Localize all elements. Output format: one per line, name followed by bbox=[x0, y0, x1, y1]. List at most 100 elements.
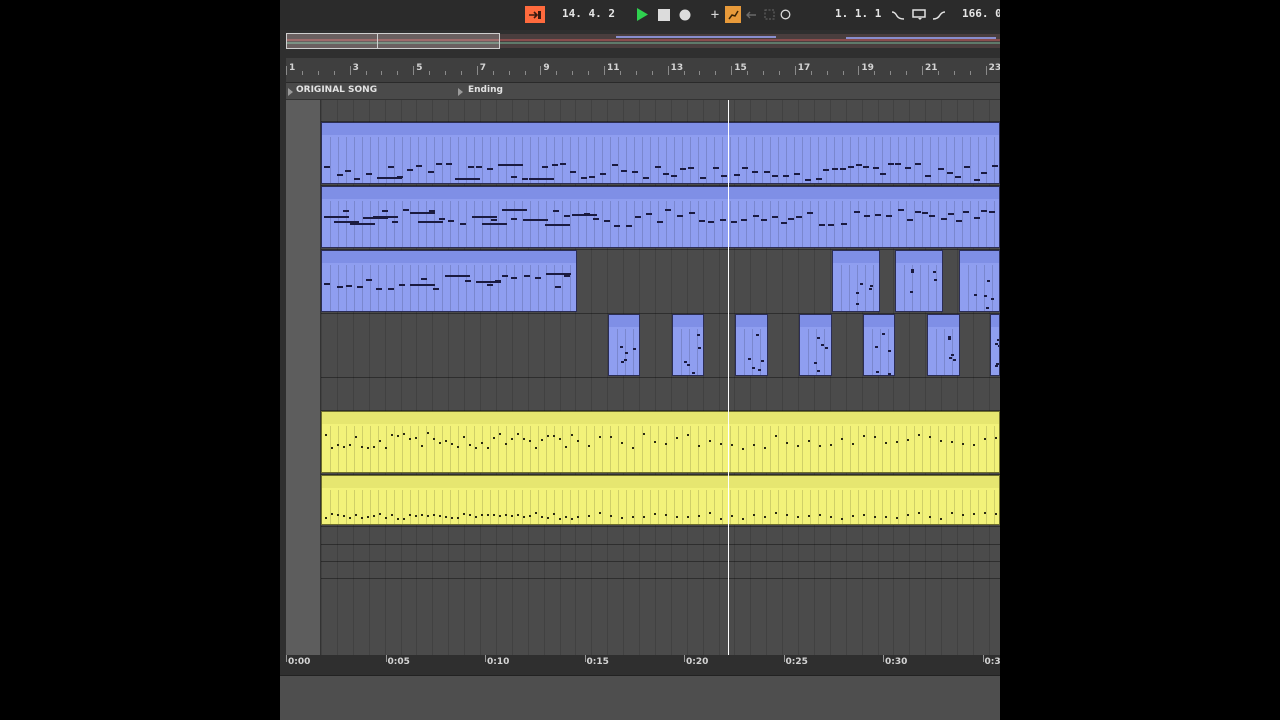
audio-transient bbox=[929, 516, 931, 519]
clip-header[interactable] bbox=[800, 315, 831, 327]
locator-lane[interactable]: ORIGINAL SONG Ending bbox=[286, 83, 1000, 100]
clip-grid-line bbox=[872, 329, 873, 375]
track-header[interactable] bbox=[286, 561, 321, 578]
clip-header[interactable] bbox=[864, 315, 894, 327]
session-record-button[interactable] bbox=[778, 6, 792, 23]
audio-transient bbox=[559, 437, 561, 440]
audio-transient bbox=[343, 446, 345, 449]
track-header[interactable] bbox=[286, 121, 321, 185]
audio-transient bbox=[445, 516, 447, 519]
track-header[interactable] bbox=[286, 185, 321, 249]
reenable-automation-button[interactable] bbox=[744, 6, 758, 23]
midi-clip[interactable] bbox=[321, 250, 577, 312]
midi-note bbox=[940, 218, 947, 221]
clip-grid-line bbox=[554, 426, 555, 472]
clip-header[interactable] bbox=[928, 315, 959, 327]
clip-grid-line bbox=[810, 201, 811, 247]
clip-header[interactable] bbox=[833, 251, 879, 263]
arrangement-overview[interactable] bbox=[280, 30, 1000, 58]
audio-transient bbox=[547, 516, 549, 519]
audio-transient bbox=[403, 433, 405, 436]
midi-clip[interactable] bbox=[608, 314, 640, 376]
ruler-subtick bbox=[301, 71, 303, 75]
track-header[interactable] bbox=[286, 474, 321, 526]
clip-grid-line bbox=[682, 426, 683, 472]
midi-clip[interactable] bbox=[927, 314, 960, 376]
track-header[interactable] bbox=[286, 100, 321, 121]
midi-note bbox=[907, 219, 914, 222]
midi-note bbox=[459, 222, 466, 225]
clip-header[interactable] bbox=[991, 315, 999, 327]
clip-grid-line bbox=[562, 426, 563, 472]
midi-note bbox=[564, 215, 571, 218]
track-header[interactable] bbox=[286, 249, 321, 313]
track-header[interactable] bbox=[286, 544, 321, 561]
midi-clip[interactable] bbox=[672, 314, 704, 376]
audio-transient bbox=[343, 515, 345, 518]
audio-clip[interactable] bbox=[321, 411, 1000, 473]
track-header[interactable] bbox=[286, 410, 321, 474]
record-button[interactable] bbox=[677, 6, 693, 23]
midi-note bbox=[839, 167, 846, 170]
loop-start-display[interactable]: 1. 1. 1 bbox=[835, 7, 881, 20]
punch-out-button[interactable] bbox=[931, 6, 947, 23]
clip-header[interactable] bbox=[609, 315, 639, 327]
midi-note bbox=[472, 215, 498, 218]
clip-header[interactable] bbox=[322, 187, 999, 199]
track-header[interactable] bbox=[286, 313, 321, 377]
midi-clip[interactable] bbox=[321, 186, 1000, 248]
midi-clip[interactable] bbox=[990, 314, 1000, 376]
clip-grid-line bbox=[986, 137, 987, 183]
arrangement-track-area[interactable] bbox=[286, 100, 1000, 656]
locator-marker-icon[interactable] bbox=[458, 88, 463, 96]
stop-button[interactable] bbox=[656, 6, 672, 23]
clip-grid-line bbox=[354, 137, 355, 183]
punch-in-button[interactable] bbox=[890, 6, 906, 23]
clip-header[interactable] bbox=[322, 251, 576, 263]
clip-header[interactable] bbox=[896, 251, 942, 263]
clip-header[interactable] bbox=[322, 476, 999, 488]
clip-header[interactable] bbox=[322, 123, 999, 135]
clip-grid-line bbox=[602, 490, 603, 524]
midi-clip[interactable] bbox=[959, 250, 1000, 312]
clip-header[interactable] bbox=[960, 251, 999, 263]
midi-note bbox=[491, 218, 498, 221]
beat-time-ruler[interactable]: 1 3 5 7 9 11 13 15 17 19 21 23 bbox=[286, 58, 1000, 83]
track-header[interactable] bbox=[286, 526, 321, 544]
track-header[interactable] bbox=[286, 377, 321, 410]
arrangement-record-button[interactable] bbox=[525, 6, 545, 23]
song-position-display[interactable]: 14. 4. 2 bbox=[562, 7, 615, 20]
tempo-display[interactable]: 166. 0 bbox=[962, 7, 1000, 20]
midi-clip[interactable] bbox=[863, 314, 895, 376]
clip-grid-line bbox=[690, 137, 691, 183]
midi-note bbox=[875, 345, 879, 348]
clip-grid-line bbox=[642, 490, 643, 524]
capture-button[interactable] bbox=[762, 6, 776, 23]
audio-transient bbox=[523, 437, 525, 440]
clip-grid-line bbox=[346, 201, 347, 247]
automation-arm-button[interactable] bbox=[725, 6, 741, 23]
overdub-button[interactable]: + bbox=[708, 6, 722, 23]
midi-note bbox=[631, 171, 638, 174]
audio-clip[interactable] bbox=[321, 475, 1000, 525]
clip-header[interactable] bbox=[736, 315, 767, 327]
locator-ending[interactable]: Ending bbox=[468, 85, 503, 95]
midi-clip[interactable] bbox=[321, 122, 1000, 184]
midi-clip[interactable] bbox=[735, 314, 768, 376]
clip-header[interactable] bbox=[322, 412, 999, 424]
midi-clip[interactable] bbox=[799, 314, 832, 376]
seconds-time-ruler[interactable]: 0:00 0:05 0:10 0:15 0:20 0:25 0:30 0:3 bbox=[286, 655, 1000, 675]
midi-clip[interactable] bbox=[895, 250, 943, 312]
audio-transient bbox=[433, 437, 435, 440]
track-header[interactable] bbox=[286, 578, 321, 655]
clip-grid-line bbox=[514, 265, 515, 311]
loop-switch-button[interactable] bbox=[911, 6, 927, 23]
locator-marker-icon[interactable] bbox=[288, 88, 293, 96]
clip-grid-line bbox=[738, 426, 739, 472]
play-button[interactable] bbox=[634, 6, 650, 23]
overview-view-window[interactable] bbox=[286, 33, 500, 49]
clip-header[interactable] bbox=[673, 315, 703, 327]
audio-transient bbox=[481, 441, 483, 444]
midi-clip[interactable] bbox=[832, 250, 880, 312]
locator-original-song[interactable]: ORIGINAL SONG bbox=[296, 85, 377, 95]
